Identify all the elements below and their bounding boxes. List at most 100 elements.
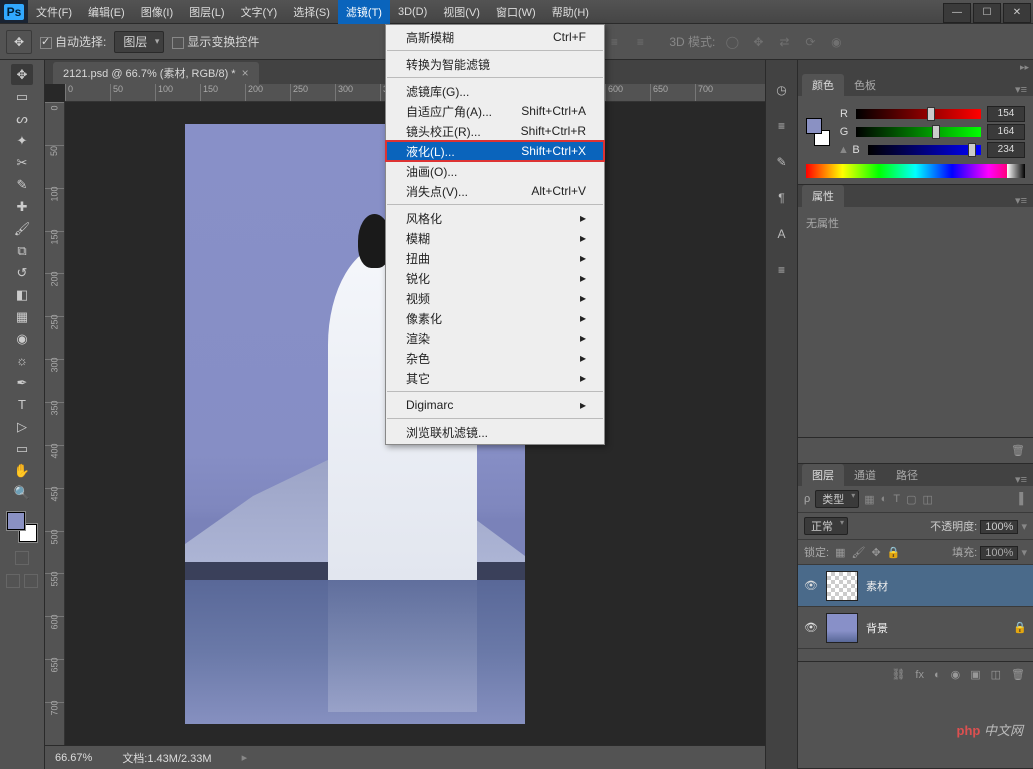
- hand-tool[interactable]: ✋: [11, 460, 33, 481]
- menu-item[interactable]: 扭曲▸: [386, 248, 604, 268]
- b-value[interactable]: 234: [987, 142, 1025, 158]
- wand-tool[interactable]: ✦: [11, 130, 33, 151]
- close-button[interactable]: ✕: [1003, 3, 1031, 23]
- show-transform-checkbox[interactable]: [172, 37, 184, 49]
- dolly-icon[interactable]: ⇄: [775, 35, 793, 49]
- menu-item[interactable]: 视图(V): [435, 0, 488, 24]
- menu-item[interactable]: 像素化▸: [386, 308, 604, 328]
- mask-icon[interactable]: ◐: [934, 669, 941, 681]
- menu-item[interactable]: 渲染▸: [386, 328, 604, 348]
- eyedropper-tool[interactable]: ✎: [11, 174, 33, 195]
- color-spectrum[interactable]: [806, 164, 1025, 178]
- document-tab[interactable]: 2121.psd @ 66.7% (素材, RGB/8) * ×: [53, 62, 259, 84]
- filter-pixel-icon[interactable]: ▦: [864, 493, 874, 506]
- adjust-icon[interactable]: ◉: [951, 668, 961, 681]
- filter-adjust-icon[interactable]: ◐: [881, 493, 888, 506]
- quick-mask-icon[interactable]: [15, 551, 29, 565]
- menu-item[interactable]: 液化(L)...Shift+Ctrl+X: [386, 141, 604, 161]
- dock-icon[interactable]: ¶: [772, 188, 792, 208]
- menu-item[interactable]: 滤镜(T): [338, 0, 390, 24]
- opacity-value[interactable]: 100%: [980, 520, 1018, 534]
- menu-item[interactable]: Digimarc▸: [386, 395, 604, 415]
- path-tool[interactable]: ▷: [11, 416, 33, 437]
- menu-item[interactable]: 选择(S): [285, 0, 338, 24]
- close-tab-icon[interactable]: ×: [242, 66, 249, 80]
- lasso-tool[interactable]: ᔕ: [11, 108, 33, 129]
- fx-icon[interactable]: fx: [915, 669, 924, 681]
- menu-item[interactable]: 文件(F): [28, 0, 80, 24]
- layer-thumbnail[interactable]: [826, 571, 858, 601]
- filter-shape-icon[interactable]: ▢: [906, 493, 916, 506]
- panel-menu-icon[interactable]: ▾≡: [1009, 473, 1033, 486]
- layer-thumbnail[interactable]: [826, 613, 858, 643]
- lock-all-icon[interactable]: 🔒: [887, 546, 901, 559]
- trash-icon[interactable]: 🗑: [1011, 444, 1025, 457]
- menu-item[interactable]: 杂色▸: [386, 348, 604, 368]
- panel-menu-icon[interactable]: ▾≡: [1009, 83, 1033, 96]
- history-brush-tool[interactable]: ↺: [11, 262, 33, 283]
- screen-mode-icon[interactable]: [24, 574, 38, 588]
- crop-tool[interactable]: ✂: [11, 152, 33, 173]
- menu-item[interactable]: 油画(O)...: [386, 161, 604, 181]
- menu-item[interactable]: 锐化▸: [386, 268, 604, 288]
- menu-item[interactable]: 窗口(W): [488, 0, 544, 24]
- move-tool[interactable]: ✥: [11, 64, 33, 85]
- layer-item[interactable]: 👁素材: [798, 565, 1033, 607]
- tab-paths[interactable]: 路径: [886, 464, 928, 486]
- menu-item[interactable]: 图像(I): [133, 0, 181, 24]
- menu-item[interactable]: 文字(Y): [233, 0, 286, 24]
- menu-item[interactable]: 模糊▸: [386, 228, 604, 248]
- delete-layer-icon[interactable]: 🗑: [1011, 668, 1025, 681]
- menu-item[interactable]: 风格化▸: [386, 208, 604, 228]
- color-swatches[interactable]: [7, 512, 37, 542]
- orbit-icon[interactable]: ◯: [723, 35, 741, 49]
- layer-item[interactable]: 👁背景🔒: [798, 607, 1033, 649]
- menu-item[interactable]: 滤镜库(G)...: [386, 81, 604, 101]
- dock-icon[interactable]: ◷: [772, 80, 792, 100]
- menu-item[interactable]: 消失点(V)...Alt+Ctrl+V: [386, 181, 604, 201]
- dock-icon[interactable]: A: [772, 224, 792, 244]
- layer-kind-dropdown[interactable]: 类型: [815, 490, 859, 508]
- pan-icon[interactable]: ✥: [749, 35, 767, 49]
- dock-icon[interactable]: ≡: [772, 260, 792, 280]
- dodge-tool[interactable]: ☼: [11, 350, 33, 371]
- menu-item[interactable]: 镜头校正(R)...Shift+Ctrl+R: [386, 121, 604, 141]
- new-layer-icon[interactable]: ◫: [991, 668, 1001, 681]
- lock-trans-icon[interactable]: ▦: [835, 546, 845, 559]
- r-value[interactable]: 154: [987, 106, 1025, 122]
- blend-mode-dropdown[interactable]: 正常: [804, 517, 848, 535]
- tab-color[interactable]: 颜色: [802, 74, 844, 96]
- filter-toggle[interactable]: ▌: [1019, 493, 1027, 505]
- minimize-button[interactable]: —: [943, 3, 971, 23]
- heal-tool[interactable]: ✚: [11, 196, 33, 217]
- dock-icon[interactable]: ✎: [772, 152, 792, 172]
- rotate-icon[interactable]: ◉: [827, 35, 845, 49]
- tab-swatches[interactable]: 色板: [844, 74, 886, 96]
- dock-icon[interactable]: ≡: [772, 116, 792, 136]
- menu-item[interactable]: 高斯模糊Ctrl+F: [386, 27, 604, 47]
- tab-layers[interactable]: 图层: [802, 464, 844, 486]
- b-slider[interactable]: [868, 145, 981, 155]
- menu-item[interactable]: 3D(D): [390, 0, 435, 24]
- auto-select-checkbox[interactable]: [40, 37, 52, 49]
- menu-item[interactable]: 其它▸: [386, 368, 604, 388]
- menu-item[interactable]: 图层(L): [181, 0, 232, 24]
- align-icon[interactable]: ≡: [631, 35, 649, 49]
- menu-item[interactable]: 视频▸: [386, 288, 604, 308]
- group-icon[interactable]: ▣: [970, 668, 980, 681]
- menu-item[interactable]: 编辑(E): [80, 0, 133, 24]
- shape-tool[interactable]: ▭: [11, 438, 33, 459]
- panel-menu-icon[interactable]: ▾≡: [1009, 194, 1033, 207]
- lock-paint-icon[interactable]: 🖌: [851, 546, 865, 559]
- collapse-panels-icon[interactable]: ▸▸: [798, 60, 1033, 74]
- brush-tool[interactable]: 🖌: [11, 218, 33, 239]
- menu-item[interactable]: 自适应广角(A)...Shift+Ctrl+A: [386, 101, 604, 121]
- stamp-tool[interactable]: ⧉: [11, 240, 33, 261]
- gradient-tool[interactable]: ▦: [11, 306, 33, 327]
- menu-item[interactable]: 转换为智能滤镜: [386, 54, 604, 74]
- move-tool-icon[interactable]: ✥: [6, 30, 32, 54]
- filter-smart-icon[interactable]: ◫: [922, 493, 932, 506]
- fill-value[interactable]: 100%: [980, 546, 1018, 560]
- zoom-tool[interactable]: 🔍: [11, 482, 33, 503]
- g-value[interactable]: 164: [987, 124, 1025, 140]
